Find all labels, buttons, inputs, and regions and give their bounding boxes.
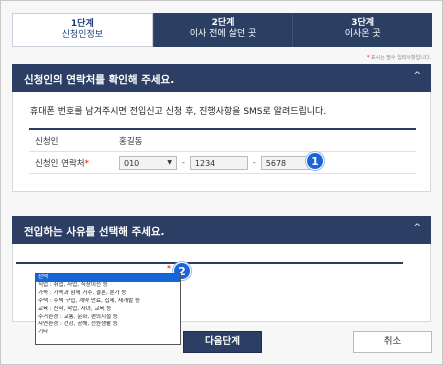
step-3-name: 이사온 곳 [344, 29, 381, 39]
reason-option[interactable]: 주거환경 : 교통, 문화, 편의시설 등 [36, 314, 180, 322]
phone-label-text: 신청인 연락처 [35, 158, 85, 169]
reason-option[interactable]: 기타 [36, 329, 180, 337]
contact-section-title: 신청인의 연락처를 확인해 주세요. [24, 74, 175, 86]
phone-prefix-select[interactable]: 010 ▼ [119, 155, 177, 170]
step-1-number: 1단계 [70, 19, 94, 29]
phone-middle-input[interactable]: 1234 [189, 155, 248, 170]
reason-option[interactable]: 가족 : 가족과 함께 거주, 결혼, 분가 등 [36, 290, 180, 298]
reason-option[interactable]: 교육 : 진학, 학업, 자녀, 교육 등 [36, 306, 180, 314]
callout-badge-1: 1 [306, 152, 324, 170]
step-2-name: 이사 전에 살던 곳 [189, 29, 257, 39]
applicant-phone-label: 신청인 연락처* [29, 157, 119, 169]
next-step-button[interactable]: 다음단계 [183, 331, 262, 353]
required-star-icon: * [84, 158, 89, 169]
step-1-name: 신청인정보 [61, 30, 104, 40]
step-tabs: 1단계 신청인정보 2단계 이사 전에 살던 곳 3단계 이사온 곳 [12, 13, 433, 47]
contact-section-body: 휴대폰 번호를 남겨주시면 전입신고 신청 후, 진행사항을 SMS로 알려드립… [12, 92, 431, 192]
required-note-text: 표시는 필수 입력사항입니다. [371, 55, 431, 61]
tab-step-2[interactable]: 2단계 이사 전에 살던 곳 [152, 13, 293, 47]
tab-step-1[interactable]: 1단계 신청인정보 [12, 13, 153, 47]
reason-section-header[interactable]: 전입하는 사유를 선택해 주세요. ^ [12, 216, 431, 244]
applicant-name-label: 신청인 [35, 136, 59, 147]
collapse-caret-icon[interactable]: ^ [413, 71, 421, 81]
cancel-button[interactable]: 취소 [353, 331, 432, 353]
required-star-icon: * [167, 264, 171, 273]
required-note: * 표시는 필수 입력사항입니다. [367, 54, 431, 61]
reason-option[interactable]: 직업 : 취업, 사업, 직장이전 등 [36, 282, 180, 290]
step-3-number: 3단계 [351, 18, 375, 28]
reason-table-rule [16, 262, 403, 264]
collapse-caret-icon[interactable]: ^ [413, 223, 421, 233]
reason-option[interactable]: 주택 : 주택 구입, 계약 만료, 집세, 재개발 등 [36, 298, 180, 306]
reason-section-title: 전입하는 사유를 선택해 주세요. [24, 226, 165, 238]
reason-option[interactable]: 선택 [36, 274, 180, 282]
phone-dash: - [182, 158, 185, 167]
dropdown-arrow-icon: ▼ [167, 158, 172, 166]
table-row: 신청인 연락처* 010 ▼ - 1234 - 5678 [29, 152, 416, 174]
reason-dropdown-list[interactable]: 선택 직업 : 취업, 사업, 직장이전 등 가족 : 가족과 함께 거주, 결… [35, 273, 181, 345]
required-star-icon: * [366, 55, 370, 61]
reason-option[interactable]: 자연환경 : 건강, 공해, 전원생활 등 [36, 321, 180, 329]
contact-table: 신청인 홍길동 신청인 연락처* 010 ▼ - 1234 - 5678 [29, 128, 416, 174]
tab-step-3[interactable]: 3단계 이사온 곳 [292, 13, 433, 47]
contact-description: 휴대폰 번호를 남겨주시면 전입신고 신청 후, 진행사항을 SMS로 알려드립… [30, 107, 327, 117]
table-row: 신청인 홍길동 [29, 130, 416, 152]
contact-section-header[interactable]: 신청인의 연락처를 확인해 주세요. ^ [12, 64, 431, 92]
phone-inputs: 010 ▼ - 1234 - 5678 [119, 155, 319, 170]
applicant-name-value: 홍길동 [119, 136, 143, 147]
step-2-number: 2단계 [211, 18, 235, 28]
phone-dash: - [252, 158, 256, 167]
phone-prefix-value: 010 [124, 158, 140, 168]
